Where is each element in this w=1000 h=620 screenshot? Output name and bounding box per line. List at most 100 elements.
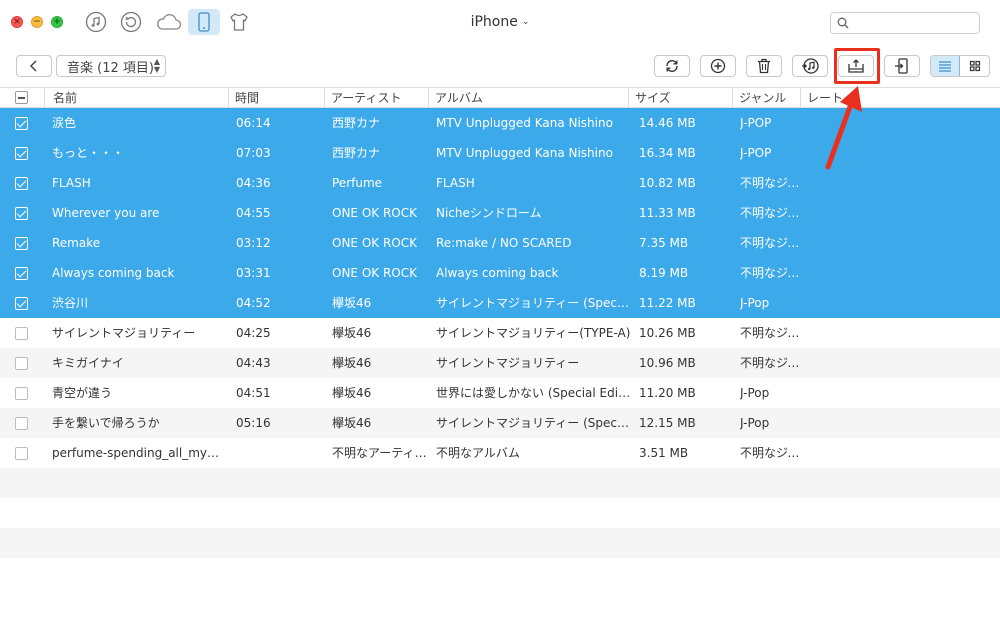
grid-view-button[interactable] [960, 56, 989, 76]
select-all-checkbox[interactable] [15, 91, 28, 104]
cell-size: 16.34 MB [639, 146, 696, 160]
table-row[interactable]: 青空が違う 04:51 欅坂46 世界には愛しかない (Special Edition… [0, 378, 1000, 408]
cell-name: Always coming back [52, 266, 175, 280]
cell-name: もっと・・・ [52, 146, 125, 160]
empty-row [0, 498, 1000, 528]
search-input[interactable] [853, 15, 975, 31]
row-checkbox[interactable] [15, 357, 28, 370]
cell-artist: 欅坂46 [332, 386, 372, 400]
empty-row [0, 468, 1000, 498]
cell-artist: 欅坂46 [332, 416, 372, 430]
column-header-genre[interactable]: ジャンル [733, 88, 801, 108]
cell-size: 11.33 MB [639, 206, 696, 220]
back-button[interactable] [16, 55, 52, 77]
chevron-left-icon [29, 60, 37, 72]
cell-name: perfume-spending_all_my_time [52, 446, 224, 460]
cell-album: サイレントマジョリティー [436, 356, 580, 370]
cell-size: 8.19 MB [639, 266, 689, 280]
add-button[interactable] [700, 55, 736, 77]
cell-genre: J-Pop [740, 416, 770, 430]
cell-time: 04:36 [236, 176, 271, 190]
cell-time [236, 438, 320, 468]
row-checkbox[interactable] [15, 177, 28, 190]
cell-genre: 不明なジャンル [740, 206, 800, 220]
export-to-computer-icon [848, 59, 864, 73]
export-to-device-button[interactable] [884, 55, 920, 77]
column-header-size[interactable]: サイズ [629, 88, 733, 108]
empty-row [0, 528, 1000, 558]
category-select[interactable]: 音楽 (12 項目) ▲ ▼ [56, 55, 166, 77]
refresh-button[interactable] [654, 55, 690, 77]
cell-size: 10.82 MB [639, 176, 696, 190]
column-header-time[interactable]: 時間 [229, 88, 325, 108]
row-checkbox[interactable] [15, 237, 28, 250]
itunes-button[interactable] [792, 55, 828, 77]
row-checkbox[interactable] [15, 387, 28, 400]
cell-album: サイレントマジョリティー(TYPE-A) [436, 326, 631, 340]
cell-name: FLASH [52, 176, 91, 190]
cell-genre: 不明なジャンル [740, 356, 800, 370]
table-row[interactable]: FLASH 04:36 Perfume FLASH 10.82 MB 不明なジャンル [0, 168, 1000, 198]
list-view-icon [939, 61, 951, 72]
cell-time: 03:31 [236, 266, 271, 280]
export-to-computer-button[interactable] [838, 55, 874, 77]
updown-arrows-icon: ▲ ▼ [153, 57, 160, 74]
select-all-header [0, 88, 45, 108]
table-row[interactable]: Always coming back 03:31 ONE OK ROCK Always… [0, 258, 1000, 288]
cell-artist: 西野カナ [332, 116, 381, 130]
cell-size: 10.96 MB [639, 356, 696, 370]
table-row[interactable]: 渋谷川 04:52 欅坂46 サイレントマジョリティー (Special Editio… [0, 288, 1000, 318]
cell-name: 渋谷川 [52, 296, 89, 310]
row-checkbox[interactable] [15, 417, 28, 430]
row-checkbox[interactable] [15, 207, 28, 220]
row-checkbox[interactable] [15, 147, 28, 160]
cell-name: 涙色 [52, 116, 77, 130]
table-row[interactable]: キミガイナイ 04:43 欅坂46 サイレントマジョリティー 10.96 MB 不明なジャ… [0, 348, 1000, 378]
table-row[interactable]: perfume-spending_all_my_time 不明なアーティスト 不明な… [0, 438, 1000, 468]
cell-name: サイレントマジョリティー [52, 326, 196, 340]
cell-size: 10.26 MB [639, 326, 696, 340]
column-header-artist[interactable]: アーティスト [325, 88, 429, 108]
cell-name: Remake [52, 236, 101, 250]
table-row[interactable]: もっと・・・ 07:03 西野カナ MTV Unplugged Kana Nishin… [0, 138, 1000, 168]
row-checkbox[interactable] [15, 267, 28, 280]
cell-size: 12.15 MB [639, 416, 696, 430]
empty-row [0, 558, 1000, 588]
column-header-rating[interactable]: レート [801, 88, 1000, 108]
row-checkbox[interactable] [15, 327, 28, 340]
title-bar: × − + iPhone ⌄ [0, 0, 1000, 45]
row-checkbox[interactable] [15, 117, 28, 130]
cell-size: 11.20 MB [639, 386, 696, 400]
list-view-button[interactable] [931, 56, 961, 76]
cell-album: サイレントマジョリティー (Special Edition) [436, 416, 632, 430]
table-row[interactable]: 涙色 06:14 西野カナ MTV Unplugged Kana Nishino 14.… [0, 108, 1000, 138]
column-header-name[interactable]: 名前 [45, 88, 229, 108]
cell-artist: ONE OK ROCK [332, 266, 417, 280]
cell-genre: 不明なジャンル [740, 176, 800, 190]
cell-time: 07:03 [236, 146, 271, 160]
row-checkbox[interactable] [15, 447, 28, 460]
search-box[interactable] [830, 12, 980, 34]
cell-name: キミガイナイ [52, 356, 124, 370]
cell-artist: 不明なアーティスト [332, 446, 428, 460]
cell-album: サイレントマジョリティー (Special Edition) [436, 296, 632, 310]
cell-genre: 不明なジャンル [740, 236, 800, 250]
search-icon [837, 17, 849, 29]
cell-name: 青空が違う [52, 386, 113, 400]
delete-button[interactable] [746, 55, 782, 77]
cell-album: Nicheシンドローム [436, 206, 542, 220]
table-row[interactable]: Remake 03:12 ONE OK ROCK Re:make / NO SCARE… [0, 228, 1000, 258]
cell-genre: J-POP [740, 146, 772, 160]
cell-artist: 欅坂46 [332, 356, 372, 370]
grid-view-icon [969, 60, 980, 72]
column-header-album[interactable]: アルバム [429, 88, 629, 108]
itunes-icon [802, 58, 819, 74]
chevron-down-icon: ⌄ [521, 17, 530, 27]
cell-artist: ONE OK ROCK [332, 236, 417, 250]
export-to-device-icon [895, 58, 908, 74]
table-row[interactable]: サイレントマジョリティー 04:25 欅坂46 サイレントマジョリティー(TYPE-A… [0, 318, 1000, 348]
table-row[interactable]: 手を繋いで帰ろうか 05:16 欅坂46 サイレントマジョリティー (Special … [0, 408, 1000, 438]
cell-album: MTV Unplugged Kana Nishino [436, 116, 613, 130]
row-checkbox[interactable] [15, 297, 28, 310]
table-row[interactable]: Wherever you are 04:55 ONE OK ROCK Nicheシンド… [0, 198, 1000, 228]
